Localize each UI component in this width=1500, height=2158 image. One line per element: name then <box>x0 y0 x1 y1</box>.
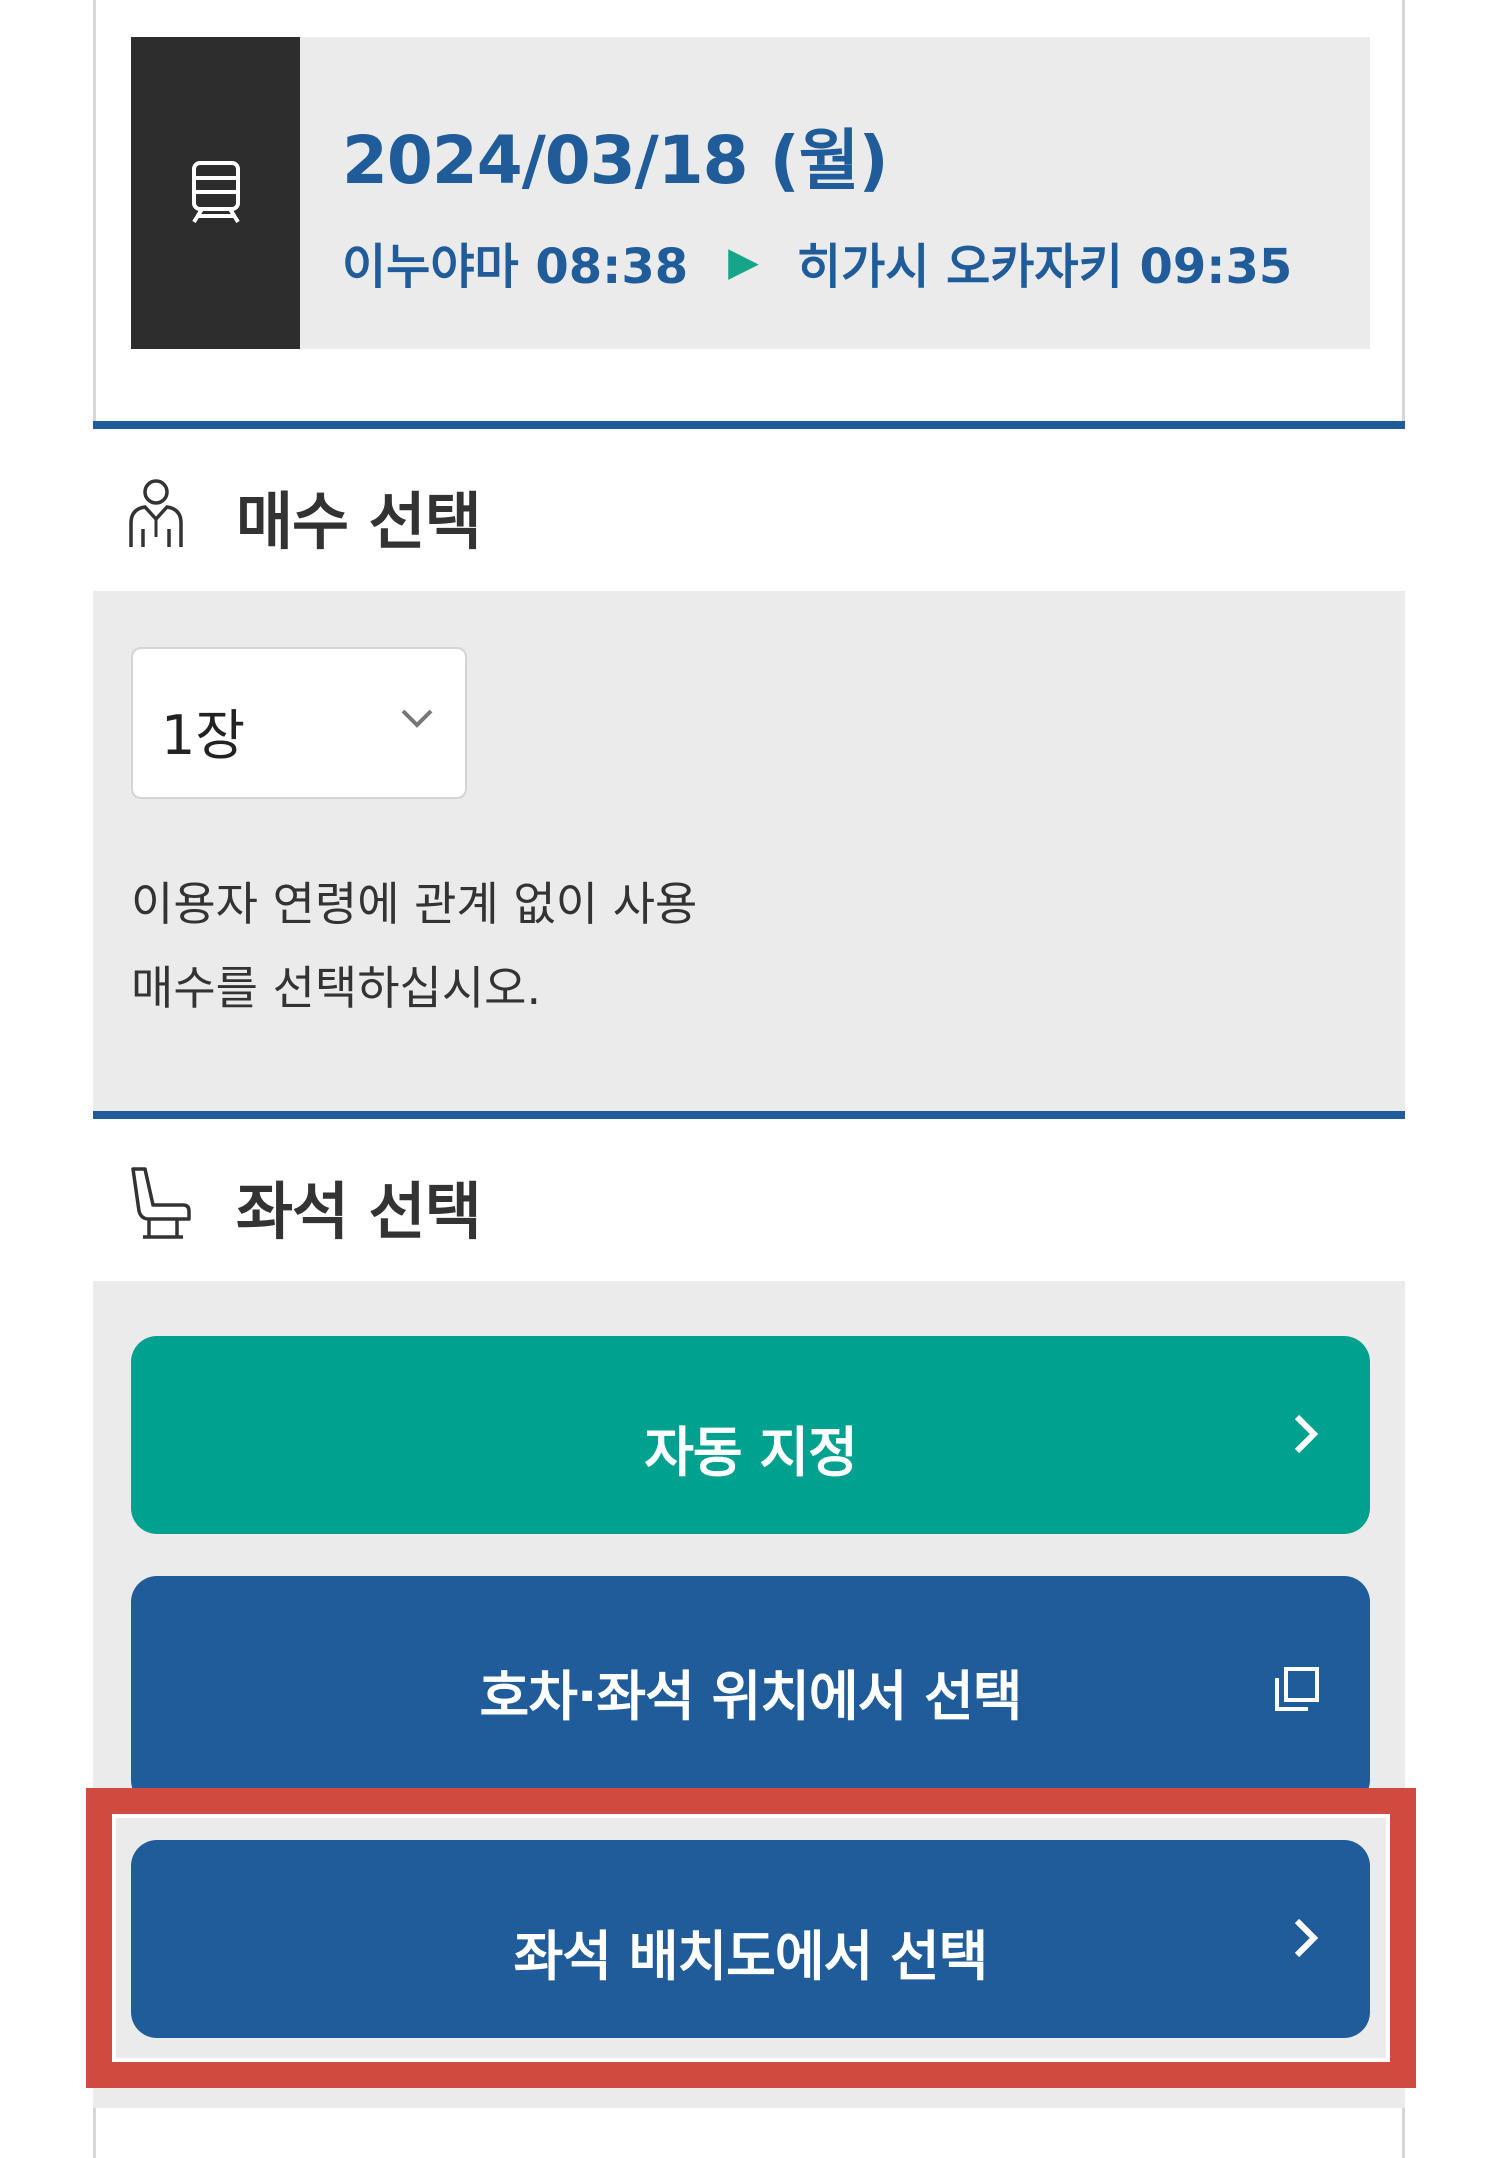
auto-assign-button[interactable]: 자동 지정 <box>131 1336 1370 1534</box>
trip-summary-card: 2024/03/18 (월) 이누야마 08:38 ▶ 히가시 오카자키 09:… <box>131 37 1370 349</box>
chevron-down-icon <box>401 709 433 728</box>
arrival-station-time: 히가시 오카자키 09:35 <box>796 239 1293 295</box>
route-arrow-icon: ▶ <box>728 239 759 285</box>
departure-station-time: 이누야마 08:38 <box>342 239 689 295</box>
external-window-icon <box>1275 1667 1319 1711</box>
bottom-panel-strip <box>93 2088 1405 2108</box>
ticket-quantity-note: 이용자 연령에 관계 없이 사용 매수를 선택하십시오. <box>131 862 1031 1030</box>
seat-map-button[interactable]: 좌석 배치도에서 선택 <box>131 1840 1370 2038</box>
ticket-count-header: 매수 선택 <box>93 429 1405 591</box>
car-seat-position-label: 호차·좌석 위치에서 선택 <box>479 1665 1023 1728</box>
trip-route: 이누야마 08:38 ▶ 히가시 오카자키 09:35 <box>342 227 1292 297</box>
section-divider <box>93 421 1405 429</box>
trip-date: 2024/03/18 (월) <box>342 122 889 199</box>
section-divider <box>93 1111 1405 1119</box>
ticket-quantity-value: 1장 <box>161 704 246 767</box>
note-line: 매수를 선택하십시오. <box>131 961 542 1015</box>
chevron-right-icon <box>1294 1414 1319 1454</box>
person-icon <box>129 479 183 547</box>
seat-map-label: 좌석 배치도에서 선택 <box>513 1925 989 1988</box>
seat-selection-header: 좌석 선택 <box>93 1119 1405 1281</box>
chevron-right-icon <box>1294 1918 1319 1958</box>
ticket-quantity-select[interactable]: 1장 <box>131 647 467 799</box>
seat-selection-title: 좌석 선택 <box>236 1175 482 1248</box>
auto-assign-label: 자동 지정 <box>644 1421 858 1484</box>
seat-icon <box>131 1167 191 1239</box>
note-line: 이용자 연령에 관계 없이 사용 <box>131 877 698 931</box>
train-icon-box <box>131 37 300 349</box>
train-icon <box>191 161 240 224</box>
ticket-count-title: 매수 선택 <box>236 485 482 558</box>
car-seat-position-button[interactable]: 호차·좌석 위치에서 선택 <box>131 1576 1370 1806</box>
